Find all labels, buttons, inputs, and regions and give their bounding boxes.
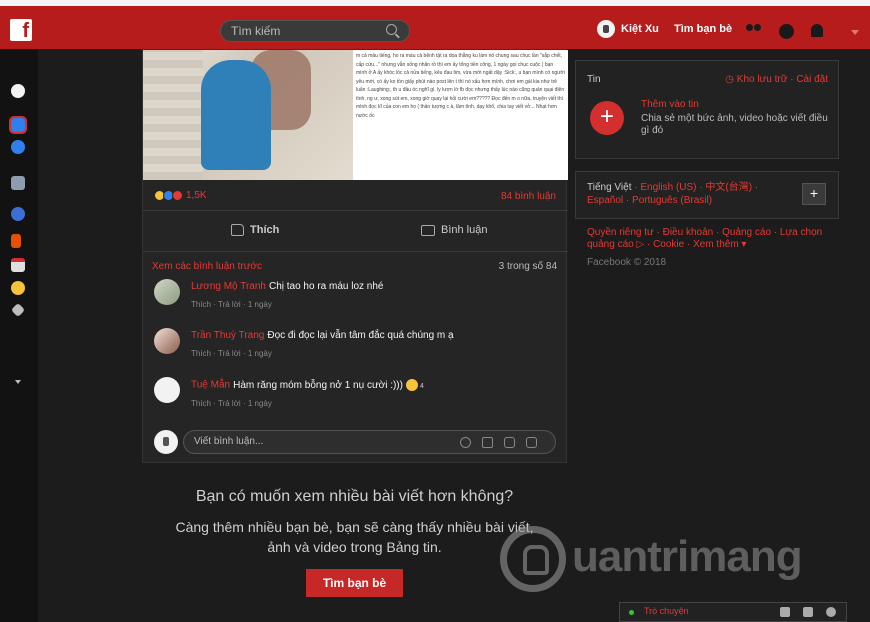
comment-time: 1 ngày [247, 300, 272, 309]
new-message-icon[interactable] [780, 607, 790, 617]
commenter-name[interactable]: Tuệ Mẫn [191, 380, 230, 391]
comment-like-link[interactable]: Thích [191, 300, 211, 309]
comment-label: Bình luận [441, 224, 488, 236]
footer-links[interactable]: Quyền riêng tư · Điều khoản · Quảng cáo … [587, 227, 832, 251]
more-chevron-down-icon[interactable] [15, 380, 21, 384]
chat-bar[interactable]: Trò chuyện [619, 602, 847, 622]
avatar [597, 20, 615, 38]
reaction-summary[interactable]: 1,5K [154, 190, 207, 201]
add-language-plus-icon[interactable]: + [802, 183, 826, 205]
pages-icon[interactable] [11, 207, 25, 221]
thumbs-up-icon [231, 224, 244, 236]
settings-link[interactable]: Cài đặt [796, 74, 828, 85]
top-navigation-bar: f Kiệt Xu Tìm bạn bè [0, 6, 870, 49]
left-sidebar [0, 49, 38, 622]
divider [143, 251, 568, 252]
comment-reply-link[interactable]: Trả lời [218, 399, 241, 408]
clock-icon: ◷ [725, 74, 734, 85]
commenter-name[interactable]: Trần Thuỳ Trang [191, 330, 264, 341]
watermark-logo: uantrimang [500, 524, 830, 599]
gear-icon[interactable] [826, 607, 836, 617]
friend-requests-icon[interactable] [746, 24, 762, 38]
comment-reply-link[interactable]: Trả lời [218, 349, 241, 358]
comment-like-link[interactable]: Thích [191, 399, 211, 408]
facebook-logo-icon[interactable]: f [10, 19, 32, 42]
flag-icon[interactable] [11, 234, 21, 248]
copyright: Facebook © 2018 [587, 257, 667, 268]
notifications-bell-icon[interactable] [811, 24, 823, 37]
messenger-icon[interactable] [11, 140, 25, 154]
camera-icon[interactable] [482, 437, 493, 448]
messenger-icon[interactable] [779, 24, 794, 39]
emoji-icon[interactable] [460, 437, 471, 448]
comment-time: 1 ngày [247, 399, 272, 408]
sticker-icon[interactable] [526, 437, 537, 448]
post-text-image[interactable]: m cả máu tiếng, ho ra máu cả bệnh tật ra… [353, 50, 568, 180]
reaction-count: 1,5K [186, 190, 207, 201]
photo-blur [143, 50, 203, 180]
avatar[interactable] [154, 279, 180, 305]
comment-bubble-icon [421, 224, 435, 236]
gif-icon[interactable] [504, 437, 515, 448]
stories-links: ◷ Kho lưu trữ · Cài đặt [725, 74, 828, 85]
add-story-plus-icon[interactable]: + [590, 101, 624, 135]
events-calendar-icon[interactable] [11, 258, 25, 272]
avatar[interactable] [154, 328, 180, 354]
online-status-dot [629, 610, 634, 615]
avatar [154, 430, 178, 454]
watermark-text: uantrimang [572, 532, 803, 581]
stories-title: Tin [587, 74, 601, 85]
user-name: Kiệt Xu [621, 23, 659, 35]
view-previous-comments-link[interactable]: Xem các bình luận trước [152, 261, 262, 272]
lightbulb-icon [500, 526, 566, 592]
account-menu-chevron-down-icon[interactable] [851, 30, 859, 35]
add-story-link[interactable]: Thêm vào tin [641, 99, 699, 110]
comment-input[interactable] [194, 436, 444, 447]
marketplace-tag-icon[interactable] [10, 302, 26, 318]
chat-label[interactable]: Trò chuyện [644, 606, 689, 616]
language-list: Tiếng Việt · English (US) · 中文(台灣) · Esp… [587, 182, 759, 206]
comments-shown-count: 3 trong số 84 [498, 261, 557, 272]
search-box[interactable] [220, 20, 410, 42]
post-photo[interactable] [143, 50, 353, 180]
comment-like-link[interactable]: Thích [191, 349, 211, 358]
memories-icon[interactable] [11, 281, 25, 295]
new-group-icon[interactable] [803, 607, 813, 617]
comment-text: Đọc đi đọc lại vẫn tâm đắc quá chúng m ạ [267, 330, 454, 341]
stories-card: Tin ◷ Kho lưu trữ · Cài đặt + Thêm vào t… [575, 60, 839, 159]
news-feed-icon[interactable] [9, 116, 27, 134]
current-language: Tiếng Việt [587, 182, 632, 193]
like-label: Thích [250, 224, 280, 236]
commenter-name[interactable]: Lương Mộ Tranh [191, 281, 266, 292]
search-input[interactable] [231, 24, 381, 38]
love-reaction-icon [172, 190, 183, 201]
more-posts-heading: Bạn có muốn xem nhiều bài viết hơn không… [195, 488, 514, 505]
avatar[interactable] [154, 377, 180, 403]
add-story-description: Chia sẻ một bức ảnh, video hoặc viết điề… [641, 113, 828, 136]
comment-reply-link[interactable]: Trả lời [218, 300, 241, 309]
like-button[interactable]: Thích [231, 224, 279, 236]
comment-text: Chị tao ho ra máu loz nhé [268, 281, 384, 292]
find-friends-link[interactable]: Tìm bạn bè [674, 23, 732, 35]
search-icon[interactable] [386, 24, 397, 35]
profile-link[interactable]: Kiệt Xu [597, 20, 659, 38]
write-comment-box[interactable] [183, 430, 556, 454]
profile-avatar-icon[interactable] [11, 84, 25, 98]
comment-button[interactable]: Bình luận [421, 224, 487, 236]
news-feed-post: m cả máu tiếng, ho ra máu cả bệnh tật ra… [142, 49, 568, 463]
archive-link[interactable]: Kho lưu trữ [737, 74, 788, 85]
comment-time: 1 ngày [247, 349, 272, 358]
divider [143, 210, 568, 211]
comment-reaction-count: 4 [419, 382, 424, 390]
haha-reaction-icon[interactable] [405, 379, 418, 391]
comment-text: Hàm răng móm bỗng nở 1 nụ cười :))) [233, 379, 403, 391]
comment-count-link[interactable]: 84 bình luận [501, 191, 556, 202]
find-friends-button[interactable]: Tìm bạn bè [306, 569, 403, 597]
photo-figure [201, 60, 271, 170]
groups-icon[interactable] [11, 176, 25, 190]
language-card: Tiếng Việt · English (US) · 中文(台灣) · Esp… [575, 171, 839, 219]
